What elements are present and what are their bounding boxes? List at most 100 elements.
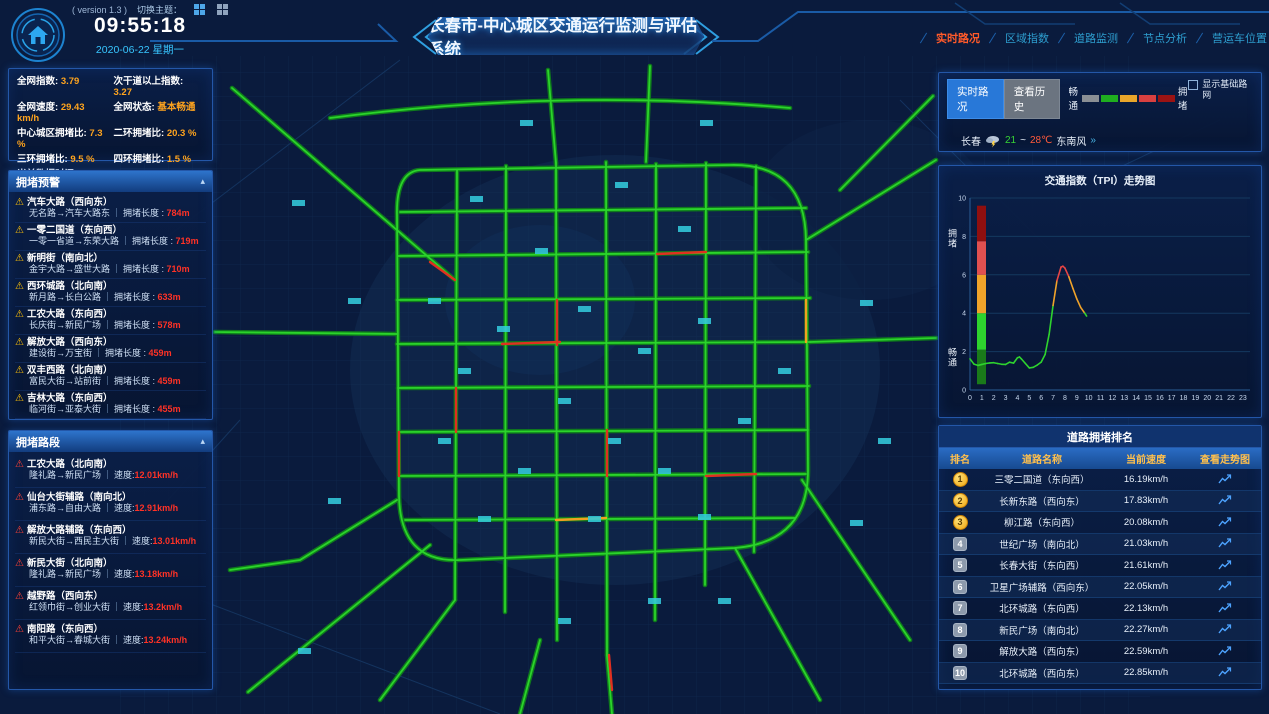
trend-chart-icon[interactable] [1218, 624, 1232, 635]
nav-item-realtime[interactable]: 实时路况 [933, 28, 983, 48]
traffic-dashboard: ( version 1.3 ) 切换主题： 09:55:18 2020-06-2… [0, 0, 1269, 714]
congested-sections-panel: 拥堵路段 ▴ ⚠工农大路（北向南） 隆礼路→新民广场｜速度:12.01km/h … [8, 430, 213, 690]
svg-text:0: 0 [968, 395, 972, 402]
svg-text:15: 15 [1144, 395, 1152, 402]
warning-item[interactable]: ⚠吉林大路（东向西） 临河街→亚泰大街｜拥堵长度 : 455m [15, 391, 206, 419]
table-row[interactable]: 3 柳江路（东向西） 20.08km/h [939, 512, 1261, 534]
collapse-icon[interactable]: ▴ [200, 176, 205, 187]
svg-text:6: 6 [962, 272, 966, 279]
stat-ring3-congestion: 三环拥堵比: 9.5 % [17, 154, 108, 165]
stat-center-congestion: 中心城区拥堵比: 7.3 % [17, 128, 108, 150]
base-network-toggle[interactable]: 显示基础路网 [1188, 79, 1253, 101]
congested-item[interactable]: ⚠工农大路（北向南） 隆礼路→新民广场｜速度:12.01km/h [15, 455, 206, 488]
alert-icon: ⚠ [15, 460, 24, 470]
warning-item[interactable]: ⚠一零二国道（东向西） 一零一省道→东荣大路｜拥堵长度 : 719m [15, 223, 206, 251]
alert-icon: ⚠ [15, 559, 24, 569]
collapse-icon[interactable]: ▴ [200, 436, 205, 447]
svg-text:2: 2 [962, 349, 966, 356]
nav-item-region-index[interactable]: 区域指数 [1002, 28, 1052, 48]
svg-text:8: 8 [1063, 395, 1067, 402]
col-trend: 查看走势图 [1189, 451, 1261, 466]
congested-item[interactable]: ⚠仙台大街辅路（南向北） 浦东路→自由大路｜速度:12.91km/h [15, 488, 206, 521]
stat-network-index: 全网指数: 3.79 [17, 76, 108, 98]
trend-chart-icon[interactable] [1218, 581, 1232, 592]
warning-icon: ⚠ [15, 282, 24, 292]
svg-text:3: 3 [1004, 395, 1008, 402]
warning-item[interactable]: ⚠双丰西路（北向南） 富民大街→站前街｜拥堵长度 : 459m [15, 363, 206, 391]
congested-item[interactable]: ⚠解放大路辅路（东向西） 新民大街→西民主大街｜速度:13.01km/h [15, 521, 206, 554]
home-logo[interactable] [9, 6, 67, 64]
svg-text:22: 22 [1227, 395, 1235, 402]
weather-more-chevron[interactable]: » [1090, 135, 1096, 146]
congestion-warning-panel: 拥堵预警 ▴ ⚠汽车大路（西向东） 无名路→汽车大路东｜拥堵长度 : 784m … [8, 170, 213, 420]
stat-ring2-congestion: 二环拥堵比: 20.3 % [114, 128, 205, 150]
alert-icon: ⚠ [15, 592, 24, 602]
nav-separator [989, 33, 996, 44]
legend-swatch [1082, 95, 1099, 102]
table-row[interactable]: 9 解放大路（西向东） 22.59km/h [939, 641, 1261, 663]
svg-text:16: 16 [1156, 395, 1164, 402]
warning-icon: ⚠ [15, 338, 24, 348]
nav-separator [920, 33, 927, 44]
trend-chart-icon[interactable] [1218, 517, 1232, 528]
congested-item[interactable]: ⚠越野路（西向东） 红领巾街→创业大街｜速度:13.2km/h [15, 587, 206, 620]
rank-badge: 4 [953, 537, 967, 551]
legend-smooth-label: 畅通 [1068, 84, 1078, 112]
svg-text:21: 21 [1215, 395, 1223, 402]
trend-chart-icon[interactable] [1218, 646, 1232, 657]
city-label: 长春 [961, 133, 981, 148]
theme-option-icon[interactable] [217, 4, 228, 15]
trend-chart-icon[interactable] [1218, 474, 1232, 485]
nav-item-node-analysis[interactable]: 节点分析 [1140, 28, 1190, 48]
svg-text:18: 18 [1180, 395, 1188, 402]
nav-separator [1196, 33, 1203, 44]
svg-text:19: 19 [1192, 395, 1200, 402]
svg-text:9: 9 [1075, 395, 1079, 402]
congested-item[interactable]: ⚠南阳路（东向西） 和平大街→春城大街｜速度:13.24km/h [15, 620, 206, 653]
table-row[interactable]: 2 长新东路（西向东） 17.83km/h [939, 491, 1261, 513]
panel-title: 拥堵预警 [16, 174, 60, 190]
trend-chart-icon[interactable] [1218, 538, 1232, 549]
trend-chart-icon[interactable] [1218, 495, 1232, 506]
warning-item[interactable]: ⚠汽车大路（西向东） 无名路→汽车大路东｜拥堵长度 : 784m [15, 195, 206, 223]
realtime-traffic-button[interactable]: 实时路况 [947, 79, 1004, 119]
panel-title-bar: 拥堵路段 ▴ [9, 431, 212, 452]
warning-item[interactable]: ⚠工农大路（东向西） 长庆街→新民广场｜拥堵长度 : 578m [15, 307, 206, 335]
rank-badge: 7 [953, 601, 967, 615]
warning-item[interactable]: ⚠解放大路（西向东） 建设街→万宝街｜拥堵长度 : 459m [15, 335, 206, 363]
panel-title: 拥堵路段 [16, 434, 60, 450]
svg-text:2: 2 [992, 395, 996, 402]
svg-text:0: 0 [962, 388, 966, 395]
table-row[interactable]: 4 世纪广场（南向北） 21.03km/h [939, 534, 1261, 556]
trend-chart-icon[interactable] [1218, 667, 1232, 678]
table-row[interactable]: 6 卫星广场辅路（西向东） 22.05km/h [939, 577, 1261, 599]
nav-item-fleet-location[interactable]: 营运车位置 [1209, 28, 1269, 48]
congested-item[interactable]: ⚠新民大街（北向南） 隆礼路→新民广场｜速度:13.18km/h [15, 554, 206, 587]
weather-icon [985, 134, 1001, 148]
svg-text:12: 12 [1108, 395, 1116, 402]
table-row[interactable]: 10 北环城路（西向东） 22.85km/h [939, 663, 1261, 685]
alert-icon: ⚠ [15, 625, 24, 635]
nav-item-road-monitor[interactable]: 道路监测 [1071, 28, 1121, 48]
warning-item[interactable]: ⚠南湖大路（东向西） 南湖新村中街→南湖广场｜拥堵长度 : 438m [15, 419, 206, 420]
table-row[interactable]: 1 三零二国道（东向西） 16.19km/h [939, 469, 1261, 491]
version-label: ( version 1.3 ) [72, 5, 127, 15]
warning-icon: ⚠ [15, 198, 24, 208]
table-row[interactable]: 8 新民广场（南向北） 22.27km/h [939, 620, 1261, 642]
warning-item[interactable]: ⚠西环城路（北向南） 新月路→长白公路｜拥堵长度 : 633m [15, 279, 206, 307]
warning-item[interactable]: ⚠新明街（南向北） 金宇大路→盛世大路｜拥堵长度 : 710m [15, 251, 206, 279]
date: 2020-06-22 星期一 [70, 42, 210, 57]
table-row[interactable]: 7 北环城路（东向西） 22.13km/h [939, 598, 1261, 620]
main-nav: 实时路况 区域指数 道路监测 节点分析 营运车位置 数据查询 [920, 28, 1269, 48]
svg-text:8: 8 [962, 234, 966, 241]
table-row[interactable]: 5 长春大街（东向西） 21.61km/h [939, 555, 1261, 577]
checkbox-icon[interactable] [1188, 80, 1198, 90]
trend-chart-icon[interactable] [1218, 603, 1232, 614]
nav-separator [1058, 33, 1065, 44]
warning-icon: ⚠ [15, 310, 24, 320]
svg-text:5: 5 [1027, 395, 1031, 402]
legend-swatch [1120, 95, 1137, 102]
trend-chart-icon[interactable] [1218, 560, 1232, 571]
network-overview-panel: 全网指数: 3.79 次干道以上指数: 3.27 全网速度: 29.43 km/… [8, 68, 213, 161]
view-history-button[interactable]: 查看历史 [1004, 79, 1061, 119]
